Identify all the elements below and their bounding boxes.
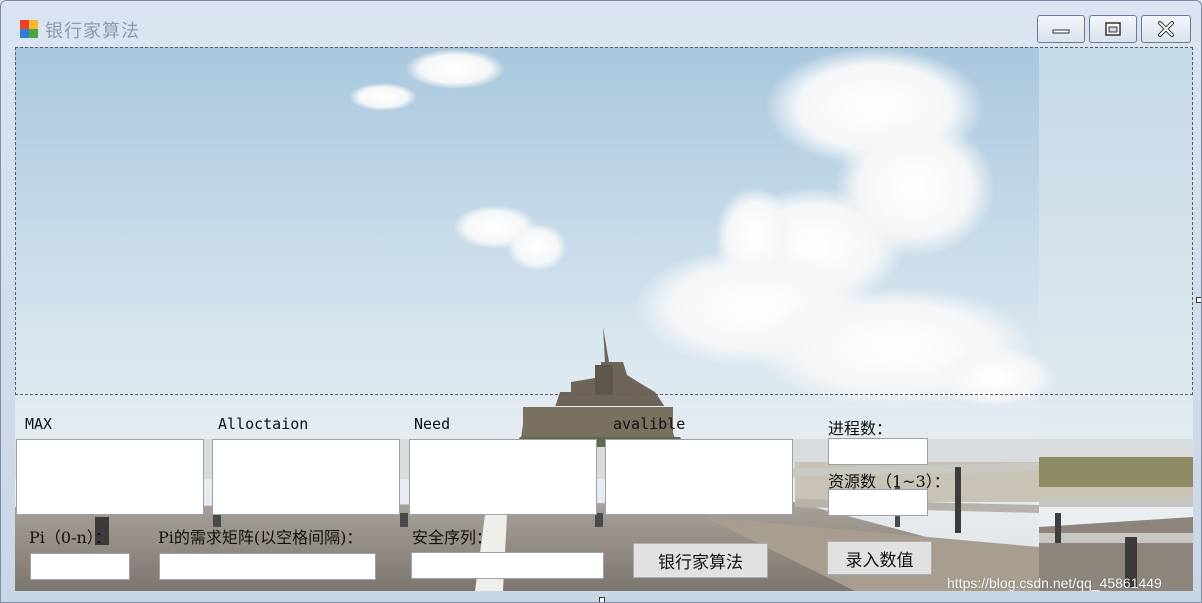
pi-input[interactable] [30,553,130,580]
process-count-input[interactable] [828,438,928,465]
bankers-algorithm-button[interactable]: 银行家算法 [633,543,768,578]
matrix-groupbox [15,47,1193,395]
available-matrix-textbox[interactable] [605,439,793,515]
winforms-app-icon [20,20,38,38]
safe-sequence-output[interactable] [411,552,604,579]
allocation-matrix-textbox[interactable] [212,439,400,515]
pi-label: Pi（0-n）： [29,528,111,547]
minimize-button[interactable] [1037,15,1085,43]
csdn-watermark: https://blog.csdn.net/qq_45861449 [947,575,1162,591]
pi-request-input[interactable] [159,553,376,580]
safe-sequence-label: 安全序列： [412,528,493,547]
resize-grip-right[interactable] [1196,297,1201,303]
process-count-label: 进程数： [828,419,893,438]
minimize-icon [1052,29,1070,34]
max-matrix-textbox[interactable] [16,439,204,515]
resize-grip-bottom[interactable] [599,597,605,602]
allocation-label: Alloctaion [218,415,309,433]
available-label: avalible [613,415,686,433]
main-window: 银行家算法 MAX Alloctaion Need avalible 进程数： … [0,0,1202,603]
resource-count-input[interactable] [828,489,928,516]
pi-request-label: Pi的需求矩阵(以空格间隔)： [158,528,363,547]
window-title: 银行家算法 [45,21,140,42]
close-button[interactable] [1141,15,1191,43]
maximize-icon [1105,22,1121,36]
need-label: Need [414,415,451,433]
maximize-button[interactable] [1089,15,1137,43]
close-icon [1158,21,1174,37]
max-label: MAX [25,415,53,433]
title-bar[interactable]: 银行家算法 [1,1,1201,45]
divider-line [15,406,1193,407]
need-matrix-textbox[interactable] [409,439,597,515]
enter-values-button[interactable]: 录入数值 [827,541,932,575]
form-client-area: MAX Alloctaion Need avalible 进程数： 资源数（1~… [15,47,1193,591]
